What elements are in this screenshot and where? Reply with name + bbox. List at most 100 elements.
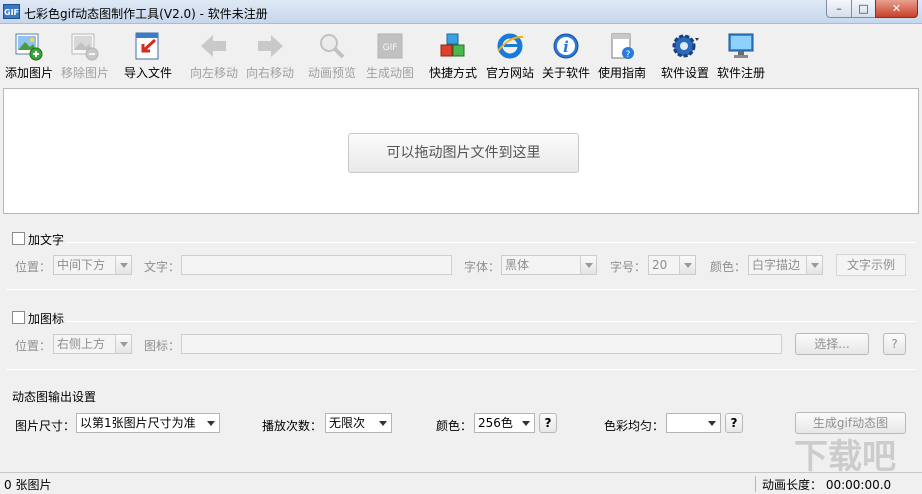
add-text-checkbox[interactable] [12, 232, 25, 245]
text-content-label: 文字： [144, 260, 181, 274]
font-size-select[interactable]: 20 [648, 255, 696, 275]
import-file-button[interactable]: 导入文件 [120, 28, 176, 82]
shortcut-button[interactable]: 快捷方式 [425, 28, 481, 82]
move-right-button[interactable]: 向右移动 [242, 28, 298, 82]
guide-label: 使用指南 [597, 66, 646, 80]
font-select[interactable]: 黑体 [501, 255, 597, 275]
chevron-down-icon [806, 256, 822, 274]
color-count-label: 颜色： [436, 419, 473, 433]
arrow-right-icon [258, 35, 283, 57]
cubes-icon [440, 33, 465, 57]
close-button[interactable]: ✕ [875, 0, 918, 18]
import-file-icon [135, 32, 159, 60]
icon-path-input[interactable] [181, 334, 782, 354]
svg-text:下载吧: 下载吧 [794, 437, 896, 476]
icon-position-value: 右侧上方 [57, 337, 106, 351]
chevron-down-icon [580, 256, 596, 274]
color-count-help-button[interactable]: ? [539, 413, 557, 433]
gear-icon [672, 34, 699, 58]
color-count-value: 256色 [478, 416, 513, 430]
dither-select[interactable] [666, 413, 721, 433]
icon-help-button[interactable]: ? [883, 333, 906, 355]
settings-label: 软件设置 [660, 66, 709, 80]
add-image-icon [15, 33, 43, 61]
chevron-down-icon [704, 414, 720, 432]
status-divider [755, 476, 756, 492]
play-count-label: 播放次数： [262, 419, 323, 433]
official-site-label: 官方网站 [485, 66, 534, 80]
shortcut-label: 快捷方式 [428, 66, 477, 80]
chevron-down-icon [115, 256, 131, 274]
generate-gif-toolbar-label: 生成动图 [365, 66, 414, 80]
info-icon: i [553, 33, 579, 59]
chevron-down-icon [203, 414, 219, 432]
font-size-value: 20 [652, 258, 668, 272]
monitor-icon [728, 33, 754, 58]
icon-position-label: 位置： [15, 339, 52, 353]
section-divider [6, 289, 916, 290]
maximize-button[interactable]: □ [851, 0, 876, 18]
chevron-down-icon [375, 414, 391, 432]
generate-gif-toolbar-button[interactable]: GIF 生成动图 [362, 28, 418, 82]
help-document-icon: ? [611, 33, 634, 60]
dither-help-button[interactable]: ? [725, 413, 743, 433]
official-site-button[interactable]: 官方网站 [482, 28, 538, 82]
register-label: 软件注册 [716, 66, 765, 80]
animation-duration-status: 动画长度： 00:00:00.0 [762, 478, 892, 492]
status-bar: 0 张图片 动画长度： 00:00:00.0 [0, 472, 922, 494]
image-size-select[interactable]: 以第1张图片尺寸为准 [76, 413, 220, 433]
window-title: 七彩色gif动态图制作工具(V2.0) - 软件未注册 [24, 7, 268, 21]
svg-text:?: ? [626, 50, 631, 60]
play-count-select[interactable]: 无限次 [325, 413, 392, 433]
text-color-value: 白字描边 [752, 258, 801, 272]
about-label: 关于软件 [541, 66, 590, 80]
text-section-divider [66, 242, 916, 243]
guide-button[interactable]: ? 使用指南 [594, 28, 650, 82]
drop-hint-button[interactable]: 可以拖动图片文件到这里 [348, 133, 579, 173]
image-size-label: 图片尺寸： [15, 419, 76, 433]
text-color-label: 颜色： [710, 260, 747, 274]
app-gif-icon: GIF [3, 4, 20, 19]
remove-image-label: 移除图片 [60, 66, 109, 80]
text-content-input[interactable] [181, 255, 452, 275]
chevron-down-icon [679, 256, 695, 274]
output-settings-title: 动态图输出设置 [12, 390, 97, 404]
settings-button[interactable]: 软件设置 [656, 28, 714, 82]
icon-path-label: 图标： [144, 339, 181, 353]
generate-gif-button[interactable]: 生成gif动态图 [795, 412, 906, 434]
move-right-label: 向右移动 [245, 66, 294, 80]
icon-position-select[interactable]: 右侧上方 [53, 334, 132, 354]
text-position-select[interactable]: 中间下方 [53, 255, 132, 275]
text-position-value: 中间下方 [57, 258, 106, 272]
register-button[interactable]: 软件注册 [714, 28, 768, 82]
add-icon-checkbox[interactable] [12, 311, 25, 324]
ie-browser-icon [497, 33, 524, 59]
magnifier-icon [320, 34, 345, 59]
section-divider [6, 369, 916, 370]
remove-image-button[interactable]: 移除图片 [58, 28, 112, 82]
title-bar: GIF 七彩色gif动态图制作工具(V2.0) - 软件未注册 – □ ✕ [0, 0, 922, 24]
choose-icon-button[interactable]: 选择... [795, 333, 869, 355]
import-file-label: 导入文件 [123, 66, 172, 80]
image-drop-zone[interactable]: 可以拖动图片文件到这里 [3, 88, 919, 214]
chevron-down-icon [115, 335, 131, 353]
preview-button[interactable]: 动画预览 [304, 28, 360, 82]
remove-image-icon [71, 33, 99, 61]
move-left-label: 向左移动 [189, 66, 238, 80]
svg-text:GIF: GIF [383, 43, 398, 53]
dither-label: 色彩均匀： [604, 419, 665, 433]
add-icon-label: 加图标 [28, 312, 65, 326]
color-count-select[interactable]: 256色 [474, 413, 535, 433]
text-sample-button[interactable]: 文字示例 [836, 254, 906, 276]
gif-icon: GIF [377, 33, 403, 59]
move-left-button[interactable]: 向左移动 [186, 28, 242, 82]
text-color-select[interactable]: 白字描边 [748, 255, 823, 275]
add-image-button[interactable]: 添加图片 [2, 28, 56, 82]
about-button[interactable]: i 关于软件 [538, 28, 594, 82]
watermark-logo: 下载吧 [794, 437, 896, 476]
toolbar: 添加图片 移除图片 导入文件 向左移动 向右移动 动画预览 GIF 生成动图 快… [0, 25, 922, 86]
minimize-button[interactable]: – [826, 0, 852, 18]
svg-text:i: i [563, 38, 569, 56]
arrow-left-icon [201, 35, 226, 57]
font-label: 字体： [464, 260, 501, 274]
